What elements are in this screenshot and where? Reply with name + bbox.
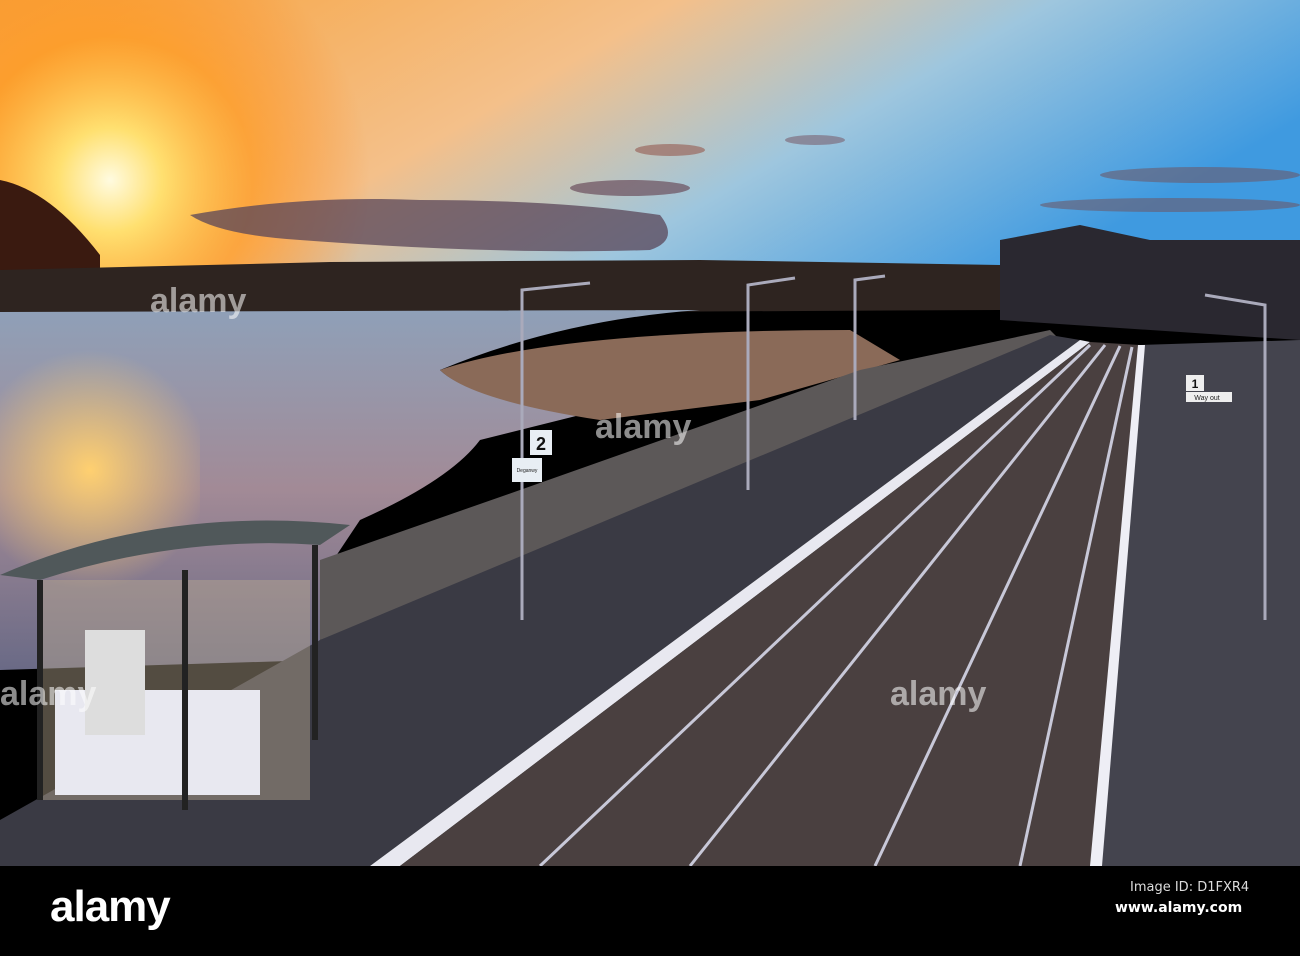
svg-text:alamy: alamy — [890, 675, 986, 713]
svg-text:alamy: alamy — [150, 282, 246, 320]
way-out-text: Way out — [1194, 395, 1219, 402]
far-platform-number: 1 — [1192, 377, 1199, 391]
alamy-url[interactable]: www.alamy.com — [1115, 900, 1242, 916]
station-name: Deganwy — [517, 468, 538, 474]
photo-scene: 2 Deganwy 1 Way out alamy alamy alamy al… — [0, 0, 1300, 866]
svg-text:alamy: alamy — [595, 408, 691, 446]
footer-bar: alamy Image ID: D1FXR4 www.alamy.com — [0, 866, 1300, 956]
alamy-logo[interactable]: alamy — [50, 882, 171, 932]
svg-text:alamy: alamy — [0, 675, 96, 713]
image-id: Image ID: D1FXR4 — [1130, 880, 1250, 895]
platform-number: 2 — [536, 434, 546, 454]
